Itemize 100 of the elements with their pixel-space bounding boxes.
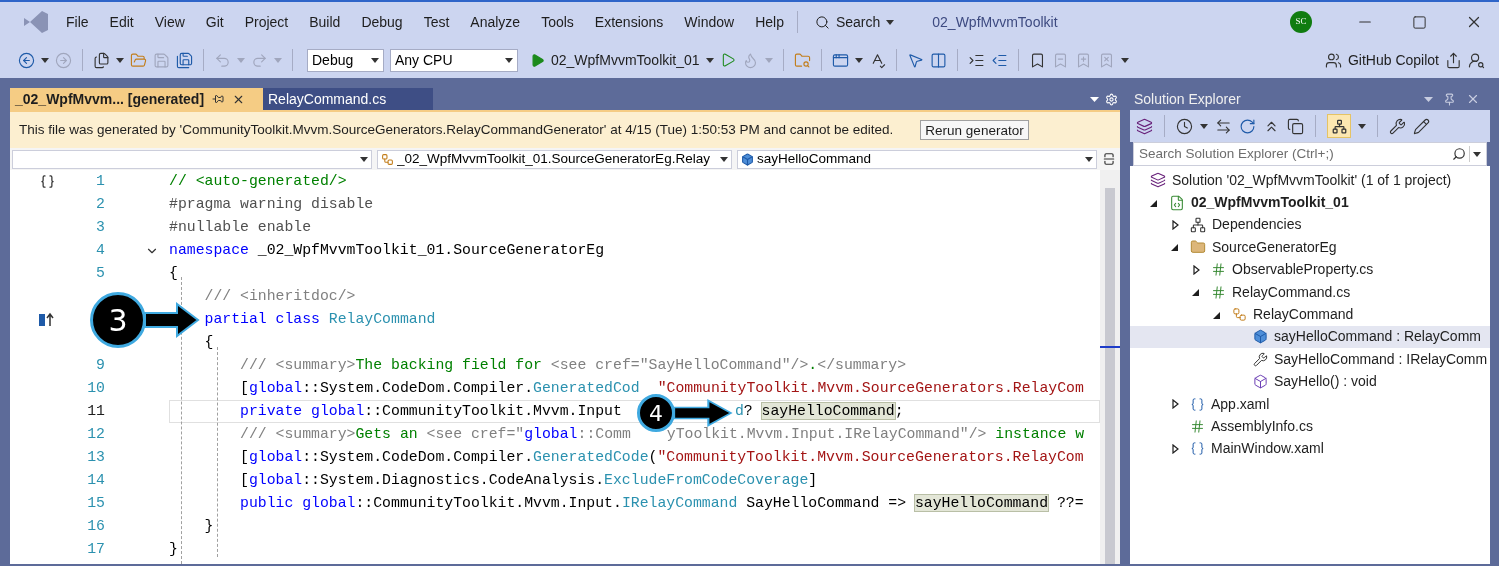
caret-icon[interactable]: [886, 19, 895, 25]
caret-icon[interactable]: [1085, 156, 1093, 162]
menu-item[interactable]: Build: [309, 11, 341, 33]
class-icon[interactable]: [1232, 307, 1247, 323]
tree-item[interactable]: SayHelloCommand : IRelayComm: [1130, 348, 1490, 371]
line-number: 13: [87, 449, 105, 466]
code-line: {: [169, 265, 178, 282]
tree-item[interactable]: MainWindow.xaml: [1130, 437, 1490, 461]
tree-item[interactable]: 02_WpfMvvmToolkit_01: [1130, 191, 1490, 214]
tree-item[interactable]: RelayCommand.cs: [1130, 280, 1490, 304]
menu-item[interactable]: Project: [244, 11, 289, 33]
tree-item[interactable]: App.xaml: [1130, 392, 1490, 416]
line-number: 4: [96, 242, 105, 259]
caret-icon[interactable]: [360, 156, 368, 162]
menu-item[interactable]: Test: [423, 11, 450, 33]
tree-item[interactable]: Dependencies: [1130, 213, 1490, 237]
menu-item[interactable]: Git: [205, 11, 224, 33]
caret-icon[interactable]: [116, 57, 124, 63]
xaml-file-icon[interactable]: [1190, 396, 1205, 412]
pin-icon[interactable]: [212, 93, 225, 105]
back-icon[interactable]: [18, 51, 35, 69]
menu-item[interactable]: Window: [684, 11, 735, 33]
tree-item[interactable]: SayHello() : void: [1130, 370, 1490, 393]
search-field[interactable]: Search Solution Explorer (Ctrl+;): [1139, 143, 1452, 165]
type-dropdown[interactable]: _02_WpfMvvmToolkit_01.SourceGeneratorEg.Relay: [377, 149, 732, 169]
line-number: 12: [87, 426, 105, 443]
menu-item[interactable]: Analyze: [470, 11, 521, 33]
document-tab[interactable]: RelayCommand.cs: [263, 88, 433, 110]
menu-item[interactable]: Extensions: [594, 11, 664, 33]
csharp-file-icon[interactable]: [1211, 262, 1226, 278]
search-button[interactable]: Search: [810, 11, 899, 33]
tree-item[interactable]: Solution '02_WpfMvvmToolkit' (1 of 1 project): [1130, 169, 1490, 192]
menu-item[interactable]: File: [66, 11, 89, 33]
history-icon[interactable]: [1176, 117, 1193, 135]
tree-item[interactable]: SourceGeneratorEg: [1130, 236, 1490, 259]
sync-icon[interactable]: [1215, 117, 1232, 135]
configuration-dropdown[interactable]: Debug: [307, 48, 384, 72]
menu-item[interactable]: View: [154, 11, 185, 33]
tree-item[interactable]: sayHelloCommand : RelayComm: [1130, 325, 1490, 349]
wrench-icon[interactable]: [1253, 351, 1268, 367]
rerun-generator-button[interactable]: Rerun generator: [920, 120, 1029, 140]
csharp-file-icon[interactable]: [1211, 284, 1226, 300]
caret-icon[interactable]: [1200, 123, 1208, 129]
csharp-file-icon[interactable]: [1190, 419, 1205, 434]
caret-icon[interactable]: [705, 57, 714, 63]
caret-icon[interactable]: [1358, 123, 1366, 129]
implementation-icon[interactable]: [38, 311, 55, 328]
caret-icon[interactable]: [1120, 57, 1129, 63]
dropdown-icon[interactable]: [1090, 97, 1099, 102]
step-number-badge: 3: [90, 292, 146, 348]
xaml-file-icon[interactable]: [1190, 441, 1205, 457]
split-icon[interactable]: [1102, 152, 1116, 166]
caret-icon[interactable]: [371, 57, 379, 63]
dropdown-icon[interactable]: [1424, 96, 1433, 102]
caret-icon[interactable]: [854, 57, 863, 63]
new-item-icon[interactable]: [93, 51, 110, 69]
columns-icon[interactable]: [929, 51, 947, 69]
copilot-button[interactable]: GitHub Copilot: [1324, 49, 1439, 71]
window-icon[interactable]: [831, 51, 849, 69]
feedback-icon[interactable]: [1468, 51, 1485, 69]
refresh-icon[interactable]: [1239, 117, 1256, 135]
line-number: 9: [96, 357, 105, 374]
document-tab[interactable]: _02_WpfMvvm... [generated]: [10, 88, 263, 110]
vertical-scrollbar[interactable]: [1100, 170, 1120, 564]
line-number: 2: [96, 196, 105, 213]
tree-item[interactable]: RelayCommand: [1130, 303, 1490, 326]
project-icon[interactable]: [1169, 194, 1185, 211]
account-avatar[interactable]: SC: [1290, 11, 1312, 33]
search-box[interactable]: Search Solution Explorer (Ctrl+;): [1133, 142, 1487, 166]
dependencies-icon[interactable]: [1190, 216, 1206, 233]
show-all-files-toggle[interactable]: [1327, 114, 1351, 138]
wrench-icon[interactable]: [1389, 117, 1406, 135]
copy-icon[interactable]: [1287, 117, 1304, 135]
folder-icon[interactable]: [1190, 239, 1206, 256]
cursor-icon[interactable]: [906, 51, 924, 69]
share-icon[interactable]: [1445, 51, 1462, 69]
preview-icon[interactable]: [1413, 117, 1430, 135]
member-dropdown[interactable]: sayHelloCommand: [737, 149, 1097, 169]
field-icon[interactable]: [1253, 329, 1268, 345]
menu-item[interactable]: Debug: [361, 11, 403, 33]
menu-item[interactable]: Tools: [541, 11, 574, 33]
menu-item[interactable]: Edit: [109, 11, 134, 33]
line-number: 14: [87, 472, 105, 489]
caret-icon[interactable]: [1473, 151, 1481, 157]
start-button[interactable]: 02_WpfMvvmToolkit_01: [530, 49, 714, 71]
caret-icon[interactable]: [720, 156, 728, 162]
method-icon[interactable]: [1253, 374, 1268, 390]
caret-icon[interactable]: [41, 57, 49, 63]
menu-item[interactable]: Help: [755, 11, 784, 33]
tree-item[interactable]: ObservableProperty.cs: [1130, 258, 1490, 281]
save-all-icon[interactable]: [176, 51, 193, 69]
caret-icon[interactable]: [505, 57, 513, 63]
solution-icon[interactable]: [1136, 117, 1153, 135]
code-line: /// <summary>The backing field for <see cref="SayHelloCommand"/>.</summary>: [239, 357, 907, 374]
solution-icon[interactable]: [1150, 172, 1166, 189]
line-number: 16: [87, 518, 105, 535]
tree-item[interactable]: AssemblyInfo.cs: [1130, 415, 1490, 438]
maximize-icon[interactable]: [1412, 14, 1427, 30]
platform-dropdown[interactable]: Any CPU: [390, 48, 518, 72]
settings-icon[interactable]: [1105, 93, 1118, 106]
